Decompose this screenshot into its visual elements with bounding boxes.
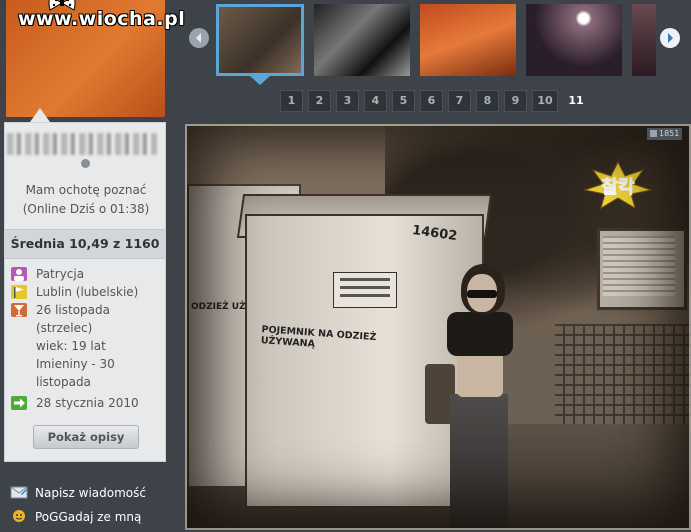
- page-10[interactable]: 10: [532, 90, 558, 112]
- page-3[interactable]: 3: [336, 90, 359, 112]
- thumbnails-next-button[interactable]: [660, 28, 680, 48]
- detail-name-text: Patrycja: [36, 267, 85, 281]
- page-11-current[interactable]: 11: [563, 90, 589, 112]
- profile-info-panel: Mam ochotę poznać (Online Dziś o 01:38) …: [4, 122, 166, 462]
- page-2[interactable]: 2: [308, 90, 331, 112]
- blurred-username: [7, 133, 157, 155]
- page-6[interactable]: 6: [420, 90, 443, 112]
- thumbnail-1[interactable]: [216, 4, 304, 76]
- flag-icon: [11, 285, 27, 299]
- page-1[interactable]: 1: [280, 90, 303, 112]
- nameday-line2: listopada: [36, 375, 91, 389]
- page-7[interactable]: 7: [448, 90, 471, 112]
- arrow-right-icon: [11, 396, 27, 410]
- detail-location-text: Lublin (lubelskie): [36, 285, 139, 299]
- gadu-gadu-label[interactable]: PoGGadaj ze mną: [35, 510, 141, 524]
- bow-icon: [48, 0, 76, 11]
- detail-birthday: 26 listopada (strzelec) wiek: 19 lat Imi…: [11, 301, 161, 391]
- rating-average: Średnia 10,49 z 1160: [5, 229, 165, 259]
- thumbnail-3[interactable]: [420, 4, 516, 76]
- online-text: (Online Dziś o 01:38): [22, 202, 150, 216]
- detail-joined: 28 stycznia 2010: [11, 394, 161, 412]
- birthday-date: 26 listopada: [36, 303, 110, 317]
- thumbnail-2[interactable]: [314, 4, 410, 76]
- envelope-icon: [10, 486, 28, 499]
- page-5[interactable]: 5: [392, 90, 415, 112]
- selected-thumbnail-pointer: [250, 76, 270, 85]
- views-icon: [650, 130, 657, 137]
- main-photo[interactable]: 9 ODZIEŻ UŻYWANĄ 14602 POJEMNIK NA ODZIE…: [185, 124, 691, 530]
- status-block: Mam ochotę poznać (Online Dziś o 01:38): [5, 181, 167, 219]
- avatar-pointer: [30, 108, 50, 122]
- send-message-link[interactable]: Napisz wiadomość: [8, 484, 168, 508]
- show-descriptions-button[interactable]: Pokaż opisy: [33, 425, 139, 449]
- thumbnail-5[interactable]: [632, 4, 656, 76]
- detail-name: Patrycja: [11, 265, 161, 283]
- zodiac-sign: (strzelec): [36, 321, 93, 335]
- profile-details: Patrycja Lublin (lubelskie) 26 listopada…: [11, 265, 161, 412]
- thumbnails-prev-button[interactable]: [189, 28, 209, 48]
- joined-date: 28 stycznia 2010: [36, 396, 139, 410]
- page-4[interactable]: 4: [364, 90, 387, 112]
- detail-location: Lublin (lubelskie): [11, 283, 161, 301]
- page-9[interactable]: 9: [504, 90, 527, 112]
- age-text: wiek: 19 lat: [36, 339, 106, 353]
- gadu-gadu-link[interactable]: PoGGadaj ze mną: [8, 508, 168, 532]
- cocktail-icon: [11, 303, 27, 317]
- photo-frame: [185, 124, 691, 530]
- chat-icon: [13, 510, 25, 522]
- send-message-label[interactable]: Napisz wiadomość: [35, 486, 146, 500]
- page-8[interactable]: 8: [476, 90, 499, 112]
- chevron-right-icon: [668, 33, 673, 43]
- thumbnail-4[interactable]: [526, 4, 622, 76]
- profile-actions: Napisz wiadomość PoGGadaj ze mną: [8, 484, 168, 532]
- online-status-icon: [81, 159, 90, 168]
- profile-sidebar: www.wiocha.pl Mam ochotę poznać (Online …: [0, 0, 186, 532]
- status-text: Mam ochotę poznać: [25, 183, 147, 197]
- person-icon: [11, 267, 27, 281]
- gallery-area: 1 2 3 4 5 6 7 8 9 10 11 9 ODZIEŻ UŻYWANĄ…: [172, 0, 691, 530]
- nameday-line1: Imieniny - 30: [36, 357, 115, 371]
- chevron-left-icon: [196, 33, 201, 43]
- view-counter: 1851: [647, 128, 683, 140]
- view-count: 1851: [659, 129, 680, 138]
- site-watermark: www.wiocha.pl: [18, 8, 186, 30]
